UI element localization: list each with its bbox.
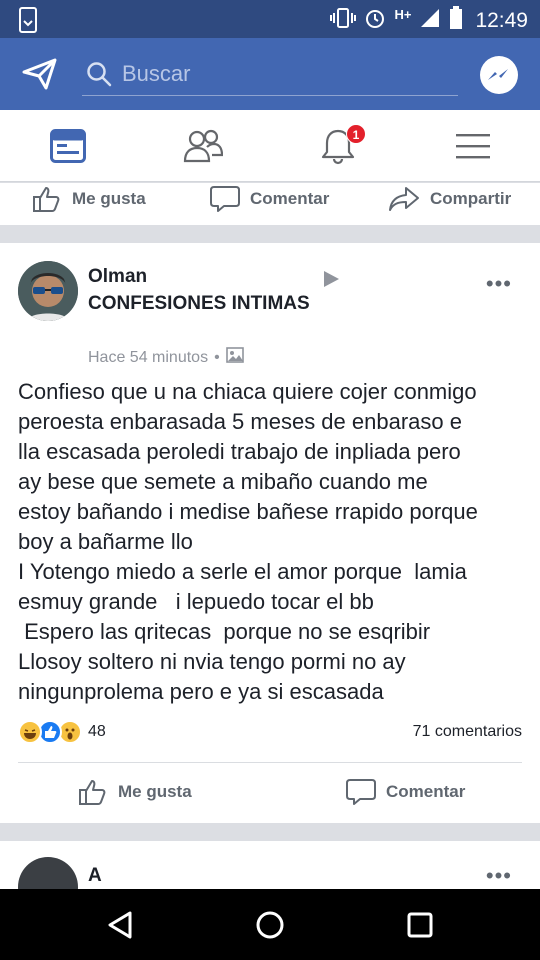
post-like-button[interactable]: Me gusta xyxy=(78,778,192,806)
next-more-options-button[interactable]: ••• xyxy=(486,863,512,889)
thumbs-up-icon xyxy=(79,780,106,805)
recents-icon[interactable] xyxy=(400,905,440,945)
divider xyxy=(18,762,522,763)
separator-dot: • xyxy=(214,348,220,366)
tab-news-feed[interactable] xyxy=(0,110,135,182)
thumbs-up-icon xyxy=(33,187,60,212)
reactions-summary[interactable]: 48 xyxy=(18,720,106,744)
share-label: Compartir xyxy=(430,189,512,208)
comment-icon xyxy=(346,779,376,805)
nav-tabs: 1 xyxy=(0,110,540,182)
search-input[interactable] xyxy=(122,56,442,92)
comments-count[interactable]: 71 comentarios xyxy=(413,723,522,741)
search-bar[interactable] xyxy=(82,54,458,96)
next-author-name[interactable]: A xyxy=(88,865,102,887)
tab-notifications[interactable]: 1 xyxy=(270,110,405,182)
status-bar: H+ 12:49 xyxy=(0,0,540,38)
share-icon xyxy=(389,187,419,211)
tab-friends[interactable] xyxy=(135,110,270,182)
post-comment-label: Comentar xyxy=(386,782,466,801)
messenger-icon[interactable] xyxy=(480,56,518,94)
post-body: Confieso que u na chiaca quiere cojer co… xyxy=(18,379,478,704)
previous-post-actions: Me gusta Comentar Compartir xyxy=(0,183,540,225)
like-button[interactable]: Me gusta xyxy=(32,185,146,213)
system-nav-bar xyxy=(0,889,540,960)
screenshot-notification-icon xyxy=(18,7,38,38)
post-timestamp[interactable]: Hace 54 minutos xyxy=(88,349,208,367)
haha-reaction-icon xyxy=(18,720,42,744)
send-icon[interactable] xyxy=(22,58,58,90)
author-name[interactable]: Olman xyxy=(88,266,147,288)
audience-icon xyxy=(225,347,244,368)
news-feed-icon xyxy=(49,129,86,163)
next-feed-post: A ••• xyxy=(0,841,540,889)
next-author-avatar[interactable] xyxy=(18,857,78,889)
network-type: H+ xyxy=(394,7,412,22)
author-avatar[interactable] xyxy=(18,261,78,321)
notification-badge: 1 xyxy=(346,124,366,144)
vibrate-icon xyxy=(330,7,357,34)
reaction-count: 48 xyxy=(88,723,106,740)
menu-icon xyxy=(455,134,490,159)
alarm-icon xyxy=(364,7,386,34)
post-like-label: Me gusta xyxy=(118,782,192,801)
more-options-button[interactable]: ••• xyxy=(486,271,512,297)
comment-label: Comentar xyxy=(250,189,330,208)
comment-icon xyxy=(210,186,240,212)
play-icon xyxy=(322,270,340,293)
search-icon xyxy=(86,61,112,87)
clock: 12:49 xyxy=(475,8,528,32)
post-meta: Hace 54 minutos • xyxy=(88,347,244,368)
share-button[interactable]: Compartir xyxy=(388,185,511,213)
friends-icon xyxy=(183,129,223,163)
tab-menu[interactable] xyxy=(405,110,540,182)
battery-icon xyxy=(449,6,463,35)
group-name[interactable]: CONFESIONES INTIMAS xyxy=(88,293,310,313)
feed-post: Olman CONFESIONES INTIMAS ••• Hace 54 mi… xyxy=(0,243,540,823)
comment-button[interactable]: Comentar xyxy=(210,185,329,213)
back-icon[interactable] xyxy=(100,905,140,945)
post-comment-button[interactable]: Comentar xyxy=(346,778,465,806)
like-label: Me gusta xyxy=(72,189,146,208)
app-header xyxy=(0,38,540,110)
home-icon[interactable] xyxy=(250,905,290,945)
signal-icon xyxy=(419,7,441,34)
